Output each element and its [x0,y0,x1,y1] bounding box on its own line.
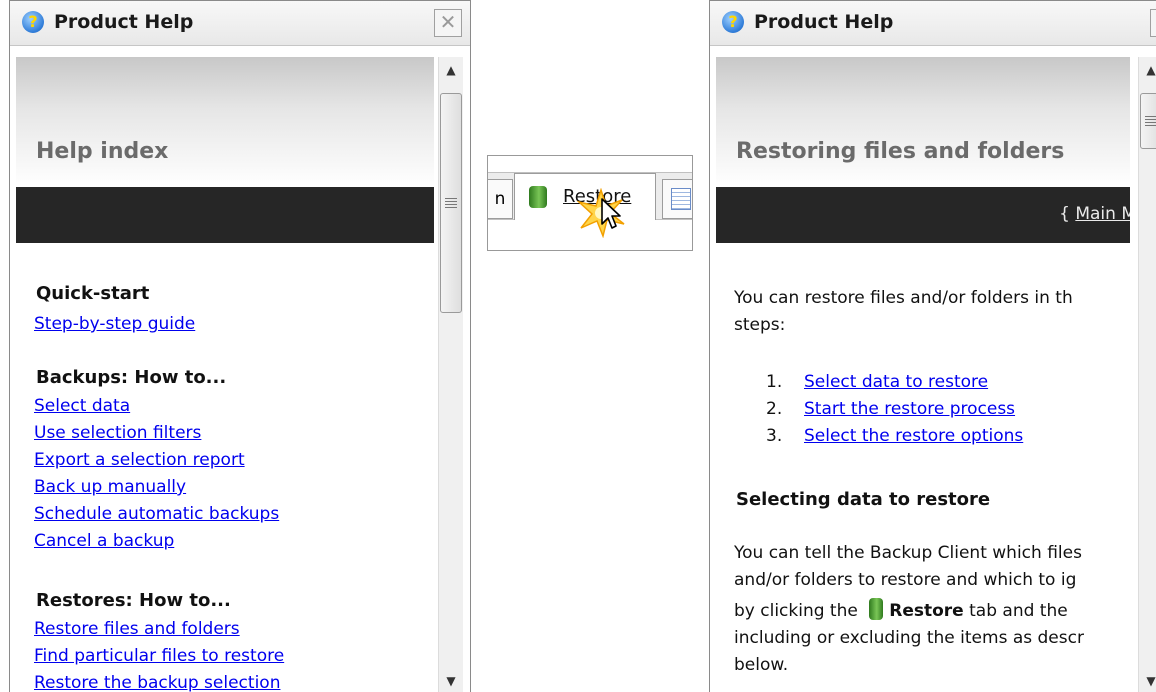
link-cancel-backup[interactable]: Cancel a backup [34,531,174,551]
help-question-icon: ? [722,11,744,33]
para-line-4: including or excluding the items as desc… [734,628,1084,648]
link-back-up-manually[interactable]: Back up manually [34,477,186,497]
grip-icon [1145,116,1156,126]
link-export-selection-report[interactable]: Export a selection report [34,450,245,470]
database-icon [529,186,547,208]
help-window-left: ? Product Help ✕ Help index Quick-start … [9,0,471,692]
para-line-5: below. [734,655,789,675]
link-restore-backup-selection[interactable]: Restore the backup selection [34,673,280,692]
step-number: 3. [766,426,783,446]
help-window-right: ? Product Help ✕ Restoring files and fol… [709,0,1156,692]
section-title-quick-start: Quick-start [36,283,150,304]
page-title: Help index [36,139,169,164]
help-content: Restoring files and folders { Main M You… [716,57,1130,692]
link-select-data-to-restore[interactable]: Select data to restore [804,372,988,392]
dark-nav-bar: { Main M [716,187,1130,243]
vertical-scrollbar[interactable]: ▲ ▼ [1138,57,1156,692]
window-title: Product Help [754,11,894,33]
subheading-selecting-data: Selecting data to restore [736,489,991,510]
page-title: Restoring files and folders [736,139,1065,164]
mouse-cursor-icon [601,198,621,229]
link-select-restore-options[interactable]: Select the restore options [804,426,1023,446]
close-button[interactable]: ✕ [1150,9,1156,37]
main-menu-link[interactable]: Main M [1075,204,1130,224]
link-start-restore-process[interactable]: Start the restore process [804,399,1015,419]
scroll-down-arrow-icon[interactable]: ▼ [439,670,463,692]
header-banner [16,57,434,187]
link-restore-files-folders[interactable]: Restore files and folders [34,619,240,639]
link-use-selection-filters[interactable]: Use selection filters [34,423,201,443]
link-schedule-automatic-backups[interactable]: Schedule automatic backups [34,504,279,524]
database-icon [869,598,884,620]
main-menu-nav: { Main M [1059,204,1130,224]
para-line-3-pre: by clicking the [734,601,858,621]
scroll-up-arrow-icon[interactable]: ▲ [439,59,463,81]
tab-next[interactable] [662,179,692,219]
para-line-2: and/or folders to restore and which to i… [734,570,1077,590]
window-title: Product Help [54,11,194,33]
link-find-files-to-restore[interactable]: Find particular files to restore [34,646,284,666]
scroll-thumb[interactable] [440,93,462,313]
step-number: 1. [766,372,783,392]
para-line-1: You can tell the Backup Client which fil… [734,543,1082,563]
help-question-icon: ? [22,11,44,33]
close-button[interactable]: ✕ [434,9,462,37]
para-line-3-post: tab and the [969,601,1068,621]
tab-previous[interactable]: n [488,179,513,219]
dark-nav-bar [16,187,434,243]
header-banner [716,57,1130,187]
scroll-up-arrow-icon[interactable]: ▲ [1139,59,1156,81]
title-bar: ? Product Help ✕ [710,1,1156,46]
help-content: Help index Quick-start Step-by-step guid… [16,57,434,692]
report-icon [671,188,691,210]
para-line-3: by clicking the Restore tab and the [734,598,1068,625]
link-select-data[interactable]: Select data [34,396,130,416]
section-title-backups: Backups: How to... [36,367,227,388]
intro-line-1: You can restore files and/or folders in … [734,288,1073,308]
scroll-thumb[interactable] [1140,93,1156,149]
title-bar: ? Product Help ✕ [10,1,470,46]
tab-click-inset: n Restore [487,155,693,251]
link-step-by-step-guide[interactable]: Step-by-step guide [34,314,195,334]
section-title-restores: Restores: How to... [36,590,231,611]
brace-prefix: { [1059,204,1076,224]
intro-line-2: steps: [734,315,786,335]
restore-bold: Restore [889,601,964,621]
vertical-scrollbar[interactable]: ▲ ▼ [438,57,463,692]
scroll-down-arrow-icon[interactable]: ▼ [1139,670,1156,692]
grip-icon [445,198,457,208]
step-number: 2. [766,399,783,419]
